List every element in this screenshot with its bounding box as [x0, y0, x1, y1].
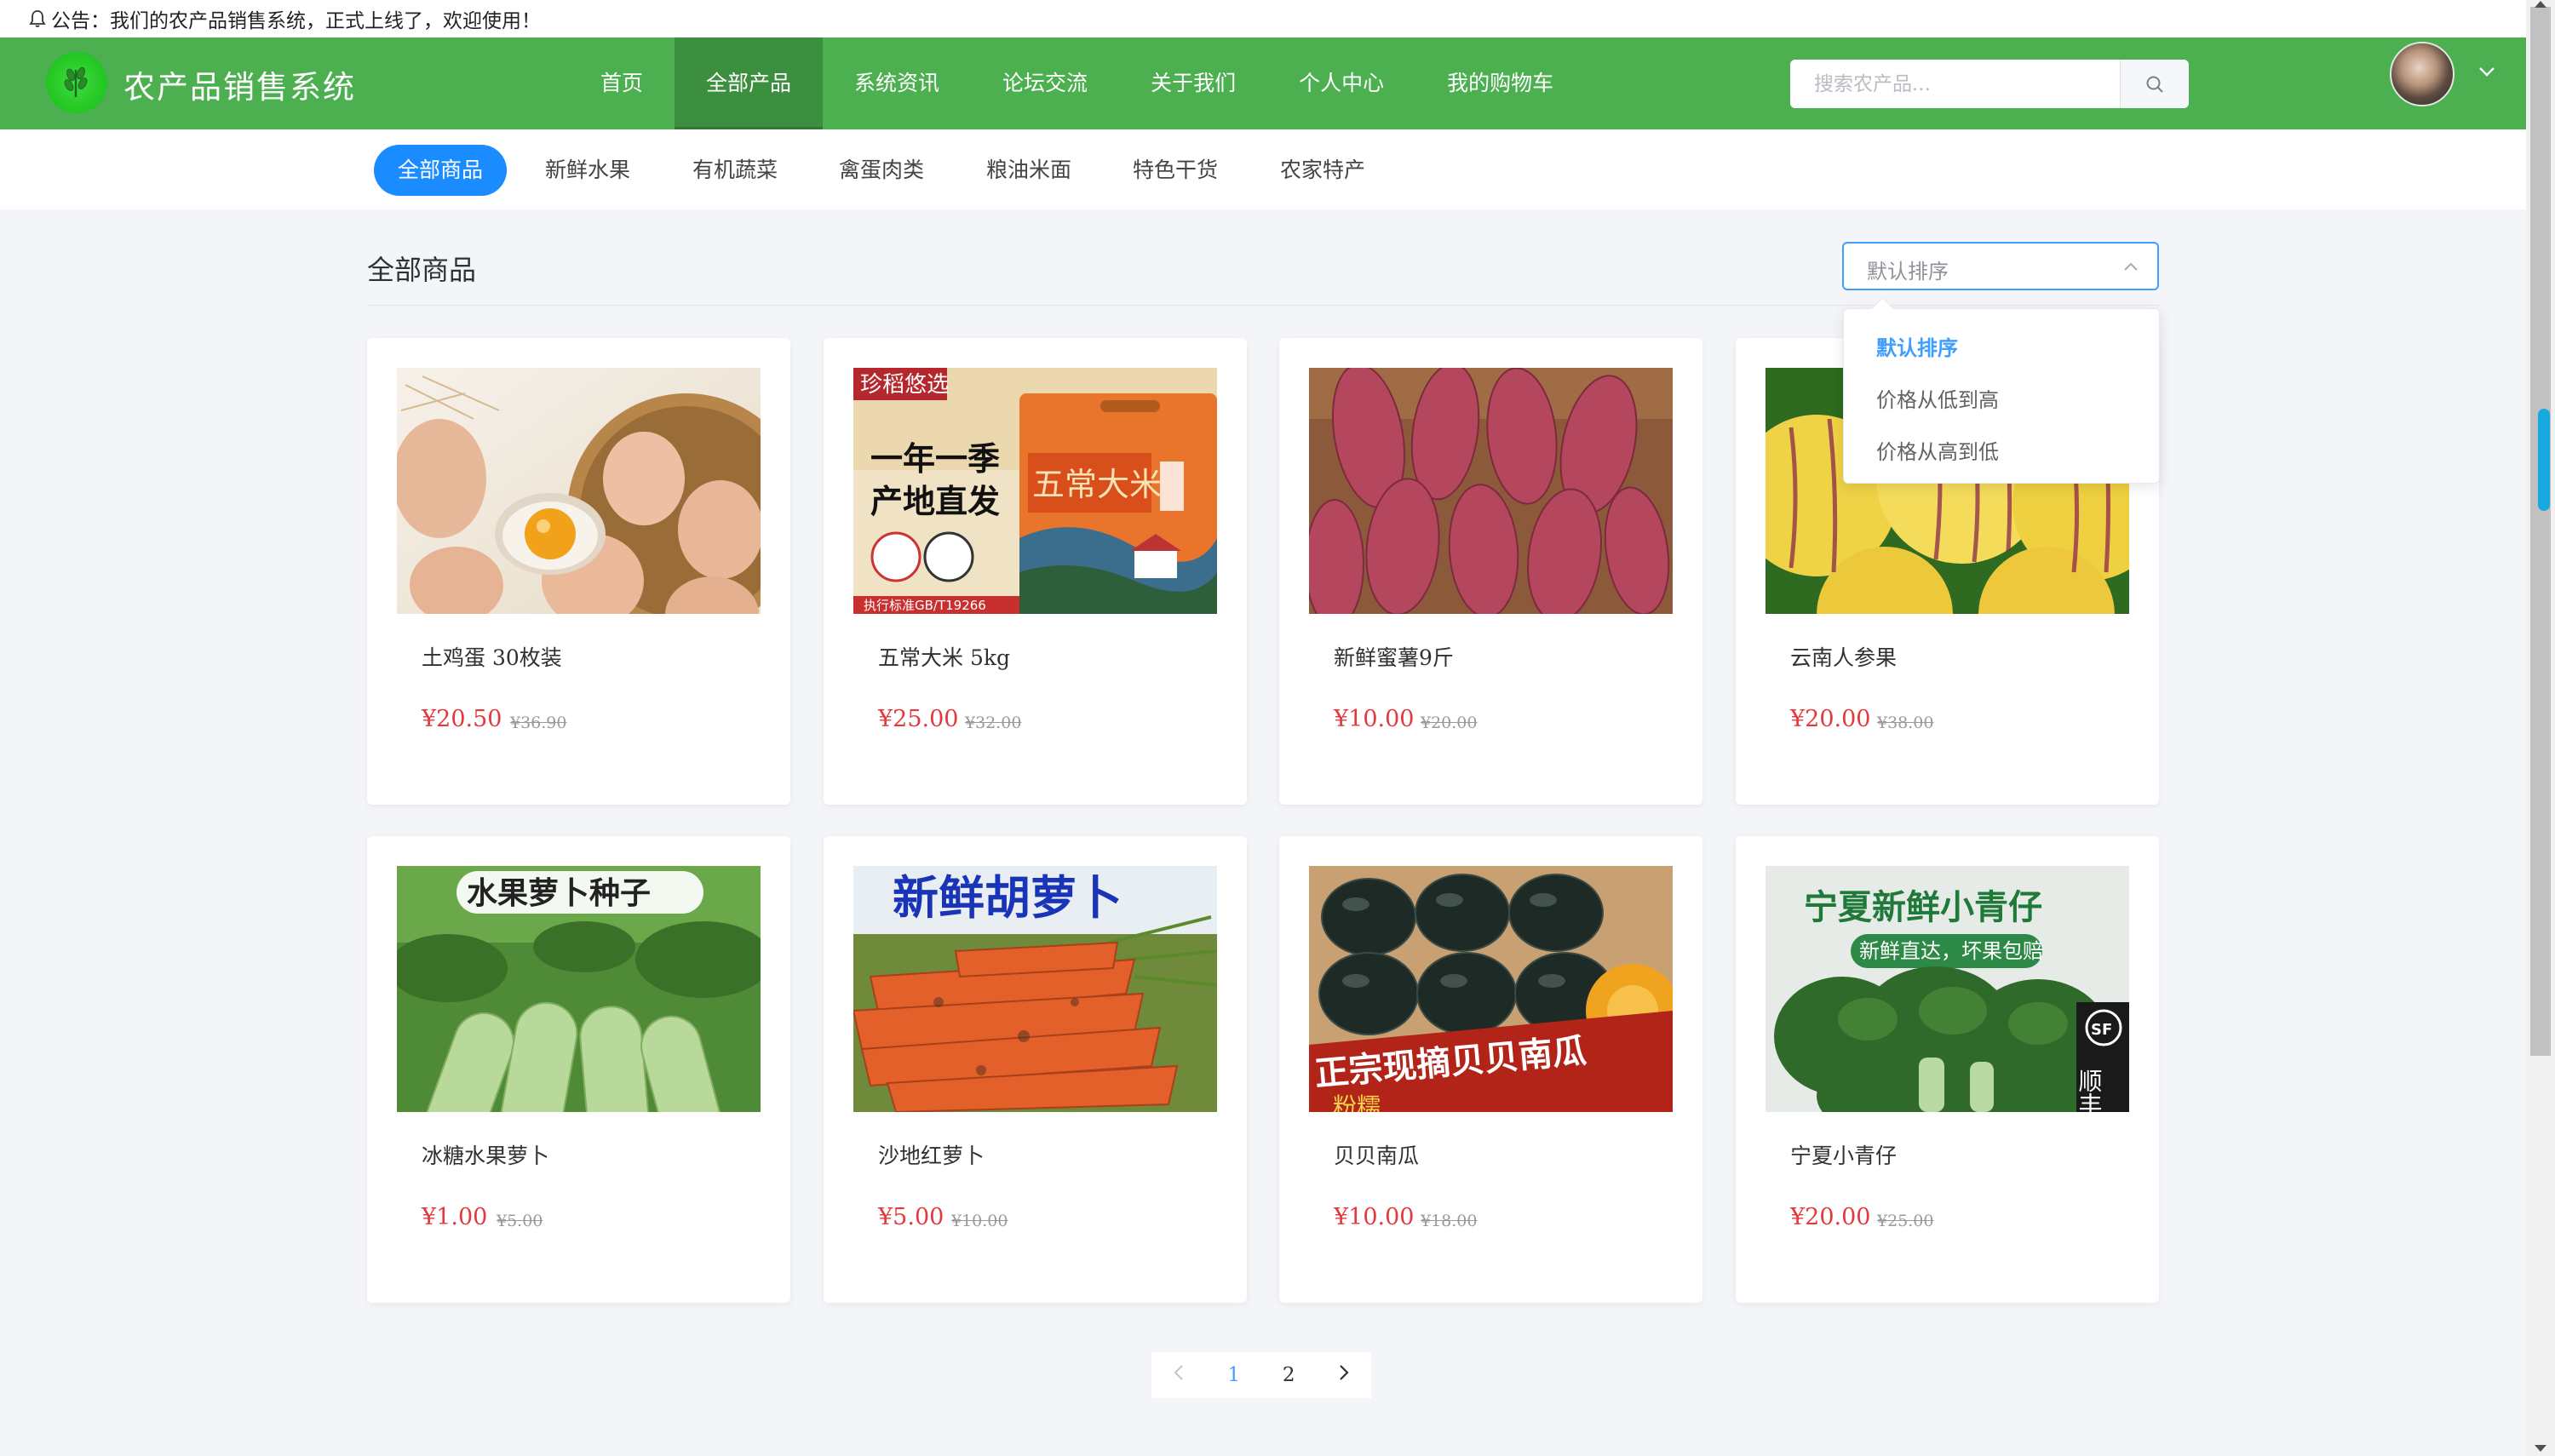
- nav-cart[interactable]: 我的购物车: [1415, 37, 1585, 129]
- product-original-price: ¥38.00: [1877, 714, 1934, 732]
- product-card[interactable]: 土鸡蛋 30枚装 ¥20.50 ¥36.90: [367, 338, 790, 805]
- product-original-price: ¥20.00: [1421, 714, 1478, 732]
- product-image-bok-choy[interactable]: 宁夏新鲜小青仔 新鲜直达，坏果包赔 SF 顺丰包: [1766, 866, 2129, 1112]
- product-price: ¥25.00: [878, 706, 959, 732]
- scroll-down-arrow-icon[interactable]: [2534, 1444, 2547, 1453]
- page-button-2[interactable]: 2: [1267, 1364, 1310, 1386]
- sort-dropdown: 默认排序 价格从低到高 价格从高到低: [1843, 308, 2160, 484]
- product-card[interactable]: 水果萝卜种子 冰糖水果萝卜 ¥1.00 ¥5.00: [367, 836, 790, 1303]
- sort-select[interactable]: 默认排序: [1842, 242, 2159, 290]
- product-image-eggs[interactable]: [397, 368, 761, 614]
- product-name[interactable]: 贝贝南瓜: [1334, 1139, 1419, 1170]
- bokchoy-banner-text: 宁夏新鲜小青仔: [1804, 888, 2042, 927]
- category-all[interactable]: 全部商品: [374, 145, 508, 196]
- sort-option-price-desc[interactable]: 价格从高到低: [1876, 435, 1999, 465]
- radish-banner-text: 水果萝卜种子: [467, 876, 651, 911]
- product-card[interactable]: 宁夏新鲜小青仔 新鲜直达，坏果包赔 SF 顺丰包 宁夏小青仔 ¥20.00 ¥2…: [1736, 836, 2159, 1303]
- bokchoy-sf-text: 顺丰包: [2076, 1069, 2104, 1112]
- brand-title[interactable]: 农产品销售系统: [123, 61, 356, 107]
- scrollbar-thumb[interactable]: [2530, 7, 2551, 1056]
- sort-option-price-asc[interactable]: 价格从低到高: [1876, 383, 1999, 413]
- nav-all-products[interactable]: 全部产品: [675, 37, 824, 129]
- product-original-price: ¥32.00: [965, 714, 1022, 732]
- category-bar: 全部商品 新鲜水果 有机蔬菜 禽蛋肉类 粮油米面 特色干货 农家特产: [0, 129, 2526, 209]
- category-vegetable[interactable]: 有机蔬菜: [669, 145, 801, 196]
- product-price: ¥5.00: [878, 1204, 944, 1230]
- carrot-banner-text: 新鲜胡萝卜: [893, 871, 1122, 925]
- product-name[interactable]: 沙地红萝卜: [878, 1139, 985, 1170]
- rice-badge-text: 珍稻悠选: [860, 372, 949, 398]
- nav-news[interactable]: 系统资讯: [823, 37, 971, 129]
- search-box: [1790, 60, 2189, 108]
- category-fruit[interactable]: 新鲜水果: [521, 145, 654, 196]
- product-name[interactable]: 五常大米 5kg: [878, 641, 1010, 672]
- product-original-price: ¥5.00: [497, 1212, 543, 1230]
- product-card[interactable]: 新鲜胡萝卜 沙地红萝卜 ¥5.00 ¥10.00: [824, 836, 1247, 1303]
- product-original-price: ¥36.90: [510, 714, 567, 732]
- page-button-1[interactable]: 1: [1213, 1364, 1255, 1386]
- product-card[interactable]: 新鲜蜜薯9斤 ¥10.00 ¥20.00: [1279, 338, 1702, 805]
- sort-selected-value: 默认排序: [1867, 260, 1949, 284]
- notice-text: 公告：我们的农产品销售系统，正式上线了，欢迎使用！: [51, 10, 541, 32]
- bell-icon: [29, 10, 46, 27]
- product-original-price: ¥18.00: [1421, 1212, 1478, 1230]
- product-name[interactable]: 宁夏小青仔: [1790, 1139, 1897, 1170]
- product-name[interactable]: 云南人参果: [1790, 641, 1897, 672]
- scroll-up-arrow-icon[interactable]: [2534, 0, 2547, 9]
- category-meat-egg[interactable]: 禽蛋肉类: [815, 145, 948, 196]
- svg-text:SF: SF: [2091, 1021, 2112, 1039]
- notice-bar: 公告：我们的农产品销售系统，正式上线了，欢迎使用！: [0, 0, 2526, 37]
- product-image-radish[interactable]: 水果萝卜种子: [397, 866, 761, 1112]
- category-grain-oil[interactable]: 粮油米面: [962, 145, 1095, 196]
- product-card[interactable]: 珍稻悠选 一年一季 产地直发 五常大米 执行标准GB/T19266 五常大米 5…: [824, 338, 1247, 805]
- pumpkin-sub-text: 粉糯: [1333, 1092, 1381, 1112]
- product-name[interactable]: 新鲜蜜薯9斤: [1334, 641, 1454, 672]
- product-card[interactable]: 正宗现摘贝贝南瓜 粉糯 贝贝南瓜 ¥10.00 ¥18.00: [1279, 836, 1702, 1303]
- search-icon: [2146, 76, 2163, 93]
- chevron-up-icon: [2124, 262, 2138, 271]
- product-price: ¥10.00: [1334, 706, 1415, 732]
- search-button[interactable]: [2120, 60, 2189, 108]
- wheat-logo-icon[interactable]: [46, 52, 107, 113]
- chevron-left-icon: [1174, 1365, 1183, 1380]
- product-image-carrot[interactable]: 新鲜胡萝卜: [853, 866, 1217, 1112]
- product-price: ¥20.00: [1790, 1204, 1871, 1230]
- chevron-right-icon: [1339, 1365, 1349, 1380]
- rice-slogan-2: 产地直发: [870, 483, 1000, 520]
- product-price: ¥20.00: [1790, 706, 1871, 732]
- nav-home[interactable]: 首页: [569, 37, 675, 129]
- rice-bag-text: 五常大米: [1032, 466, 1162, 503]
- search-input[interactable]: [1790, 60, 2120, 108]
- category-farm-specialty[interactable]: 农家特产: [1256, 145, 1389, 196]
- chevron-down-icon[interactable]: [2477, 61, 2497, 82]
- pagination: 1 2: [1151, 1352, 1371, 1398]
- product-image-sweet-potato[interactable]: [1309, 368, 1673, 614]
- prev-page-button[interactable]: [1157, 1364, 1200, 1386]
- product-price: ¥1.00: [422, 1204, 488, 1230]
- category-dried-goods[interactable]: 特色干货: [1109, 145, 1242, 196]
- main-nav: 首页 全部产品 系统资讯 论坛交流 关于我们 个人中心 我的购物车: [569, 37, 1585, 129]
- product-original-price: ¥25.00: [1877, 1212, 1934, 1230]
- product-name[interactable]: 冰糖水果萝卜: [422, 1139, 549, 1170]
- product-original-price: ¥10.00: [951, 1212, 1008, 1230]
- sort-option-default[interactable]: 默认排序: [1876, 331, 1958, 361]
- rice-standard-text: 执行标准GB/T19266: [864, 598, 986, 613]
- side-float-handle[interactable]: [2538, 409, 2550, 511]
- next-page-button[interactable]: [1323, 1364, 1365, 1386]
- top-header: 农产品销售系统 首页 全部产品 系统资讯 论坛交流 关于我们 个人中心 我的购物…: [0, 37, 2526, 129]
- product-image-pumpkin[interactable]: 正宗现摘贝贝南瓜 粉糯: [1309, 866, 1673, 1112]
- nav-about[interactable]: 关于我们: [1119, 37, 1267, 129]
- nav-forum[interactable]: 论坛交流: [971, 37, 1119, 129]
- product-price: ¥20.50: [422, 706, 502, 732]
- section-title: 全部商品: [367, 254, 477, 286]
- user-avatar[interactable]: [2390, 42, 2455, 106]
- product-name[interactable]: 土鸡蛋 30枚装: [422, 641, 562, 672]
- nav-profile[interactable]: 个人中心: [1267, 37, 1415, 129]
- bokchoy-sub-text: 新鲜直达，坏果包赔: [1859, 939, 2043, 963]
- rice-slogan-1: 一年一季: [870, 440, 1000, 478]
- product-price: ¥10.00: [1334, 1204, 1415, 1230]
- product-image-rice[interactable]: 珍稻悠选 一年一季 产地直发 五常大米 执行标准GB/T19266: [853, 368, 1217, 614]
